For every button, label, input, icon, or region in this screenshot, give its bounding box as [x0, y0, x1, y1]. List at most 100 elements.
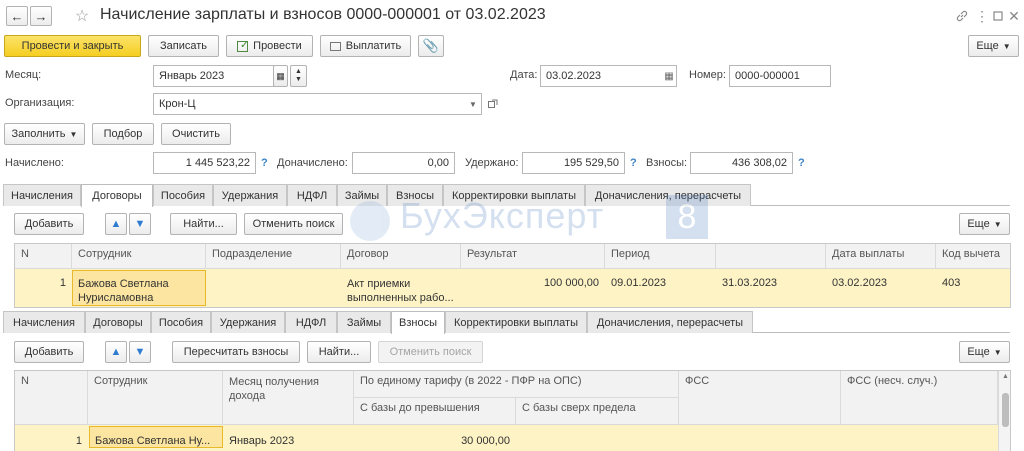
tab-loans-2[interactable]: Займы [337, 311, 391, 333]
col-fss-accident[interactable]: ФСС (несч. случ.) [841, 371, 998, 425]
maximize-icon[interactable] [990, 8, 1006, 24]
tab-deductions-2[interactable]: Удержания [211, 311, 285, 333]
select-button[interactable]: Подбор [92, 123, 154, 145]
arrow-up-icon: ▲ [110, 346, 122, 358]
row-period-from: 09.01.2023 [611, 277, 667, 289]
col-base-over-limit[interactable]: С базы сверх предела [516, 398, 679, 425]
close-icon[interactable]: ✕ [1006, 8, 1022, 24]
tab-bar-bottom: Начисления Договоры Пособия Удержания НД… [3, 311, 1010, 334]
tab-contracts[interactable]: Договоры [81, 184, 153, 207]
number-field[interactable]: 0000-000001 [729, 65, 831, 87]
back-button[interactable]: ← [6, 6, 28, 26]
arrow-up-icon: ▲ [110, 218, 122, 230]
tab-payment-adjustments[interactable]: Корректировки выплаты [443, 184, 585, 206]
withheld-field: 195 529,50 [522, 152, 625, 174]
col-contract[interactable]: Договор [341, 244, 461, 269]
col-pay-date[interactable]: Дата выплаты [826, 244, 936, 269]
contrib-find-button[interactable]: Найти... [307, 341, 371, 363]
tab-contracts-2[interactable]: Договоры [85, 311, 151, 333]
tab-accruals-2[interactable]: Начисления [3, 311, 85, 333]
vertical-scrollbar[interactable]: ▲ [998, 371, 1010, 451]
tab-loans[interactable]: Займы [337, 184, 387, 206]
more-vertical-icon[interactable]: ⋮ [974, 8, 990, 24]
more-button[interactable]: Еще ▼ [968, 35, 1019, 57]
pay-button[interactable]: Выплатить [320, 35, 411, 57]
contracts-move-down-button[interactable]: ▼ [129, 213, 151, 235]
clear-button[interactable]: Очистить [161, 123, 231, 145]
col-base-under-limit[interactable]: С базы до превышения [354, 398, 516, 425]
col-fss[interactable]: ФСС [679, 371, 841, 425]
col-period[interactable]: Период [605, 244, 716, 269]
contracts-cancel-search-button[interactable]: Отменить поиск [244, 213, 343, 235]
tab-contributions[interactable]: Взносы [387, 184, 443, 206]
forward-button[interactable]: → [30, 6, 52, 26]
tab-benefits[interactable]: Пособия [153, 184, 213, 206]
month-label: Месяц: [5, 69, 42, 81]
tab-deductions[interactable]: Удержания [213, 184, 287, 206]
row-period-to: 31.03.2023 [722, 277, 778, 289]
row-employee: Бажова Светлана Нурисламовна [78, 278, 169, 304]
col-employee[interactable]: Сотрудник [72, 244, 206, 269]
tab-benefits-2[interactable]: Пособия [151, 311, 211, 333]
tab-payment-adjustments-2[interactable]: Корректировки выплаты [445, 311, 587, 333]
date-calendar-icon[interactable]: ▦ [662, 67, 676, 85]
contrib-more-button[interactable]: Еще ▼ [959, 341, 1010, 363]
accrued-help-icon[interactable]: ? [261, 157, 268, 169]
save-button[interactable]: Записать [148, 35, 219, 57]
col-unified-tariff[interactable]: По единому тарифу (в 2022 - ПФР на ОПС) [354, 371, 679, 398]
col-n[interactable]: N [15, 371, 88, 425]
tab-accruals[interactable]: Начисления [3, 184, 81, 206]
col-employee[interactable]: Сотрудник [88, 371, 223, 425]
attach-button[interactable]: 📎 [418, 35, 444, 57]
fill-button[interactable]: Заполнить ▼ [4, 123, 85, 145]
tab-recalculations[interactable]: Доначисления, перерасчеты [585, 184, 751, 206]
contracts-find-button[interactable]: Найти... [170, 213, 237, 235]
contrib-move-down-button[interactable]: ▼ [129, 341, 151, 363]
row-base-under-limit: 30 000,00 [461, 435, 510, 447]
month-field[interactable]: Январь 2023 [153, 65, 274, 87]
row-employee: Бажова Светлана Ну... [95, 435, 211, 447]
tab-ndfl-2[interactable]: НДФЛ [285, 311, 337, 333]
accrued-field: 1 445 523,22 [153, 152, 256, 174]
scrollbar-thumb[interactable] [1002, 393, 1009, 427]
col-period-end[interactable] [716, 244, 826, 269]
calendar-button[interactable]: ▦ [273, 65, 288, 87]
tab-recalculations-2[interactable]: Доначисления, перерасчеты [587, 311, 753, 333]
contracts-more-button[interactable]: Еще ▼ [959, 213, 1010, 235]
link-icon[interactable] [954, 8, 970, 24]
contrib-cancel-search-button[interactable]: Отменить поиск [378, 341, 483, 363]
withheld-help-icon[interactable]: ? [630, 157, 637, 169]
tab-ndfl[interactable]: НДФЛ [287, 184, 337, 206]
open-icon[interactable] [486, 96, 500, 112]
contracts-table: N Сотрудник Подразделение Договор Резуль… [14, 243, 1011, 308]
contracts-add-button[interactable]: Добавить [14, 213, 84, 235]
col-deduction-code[interactable]: Код вычета [936, 244, 1010, 269]
date-field[interactable]: 03.02.2023 [540, 65, 677, 87]
post-and-close-button[interactable]: Провести и закрыть [4, 35, 141, 57]
col-income-month[interactable]: Месяц получения дохода [223, 371, 354, 425]
col-result[interactable]: Результат [461, 244, 605, 269]
contributions-help-icon[interactable]: ? [798, 157, 805, 169]
post-button[interactable]: ✓ Провести [226, 35, 313, 57]
stepper-up-icon: ▲ [295, 68, 302, 75]
contracts-move-up-button[interactable]: ▲ [105, 213, 127, 235]
fill-label: Заполнить [11, 128, 66, 140]
post-label: Провести [253, 40, 302, 52]
organization-field[interactable]: Крон-Ц [153, 93, 482, 115]
row-contract: Акт приемки выполненных рабо... [347, 278, 454, 304]
contrib-move-up-button[interactable]: ▲ [105, 341, 127, 363]
month-stepper[interactable]: ▲ ▼ [290, 65, 307, 87]
recalc-contributions-button[interactable]: Пересчитать взносы [172, 341, 300, 363]
chevron-down-icon: ▼ [1002, 41, 1011, 51]
more-label: Еще [967, 346, 990, 358]
row-income-month: Январь 2023 [229, 435, 295, 447]
chevron-down-icon: ▼ [993, 219, 1002, 229]
tab-contributions-2[interactable]: Взносы [391, 311, 445, 334]
contrib-add-button[interactable]: Добавить [14, 341, 84, 363]
scroll-up-icon[interactable]: ▲ [1002, 373, 1009, 380]
star-icon[interactable]: ☆ [72, 6, 92, 26]
col-n[interactable]: N [15, 244, 72, 269]
col-department[interactable]: Подразделение [206, 244, 341, 269]
org-dropdown-icon[interactable]: ▼ [466, 96, 480, 112]
post-icon: ✓ [237, 40, 249, 52]
